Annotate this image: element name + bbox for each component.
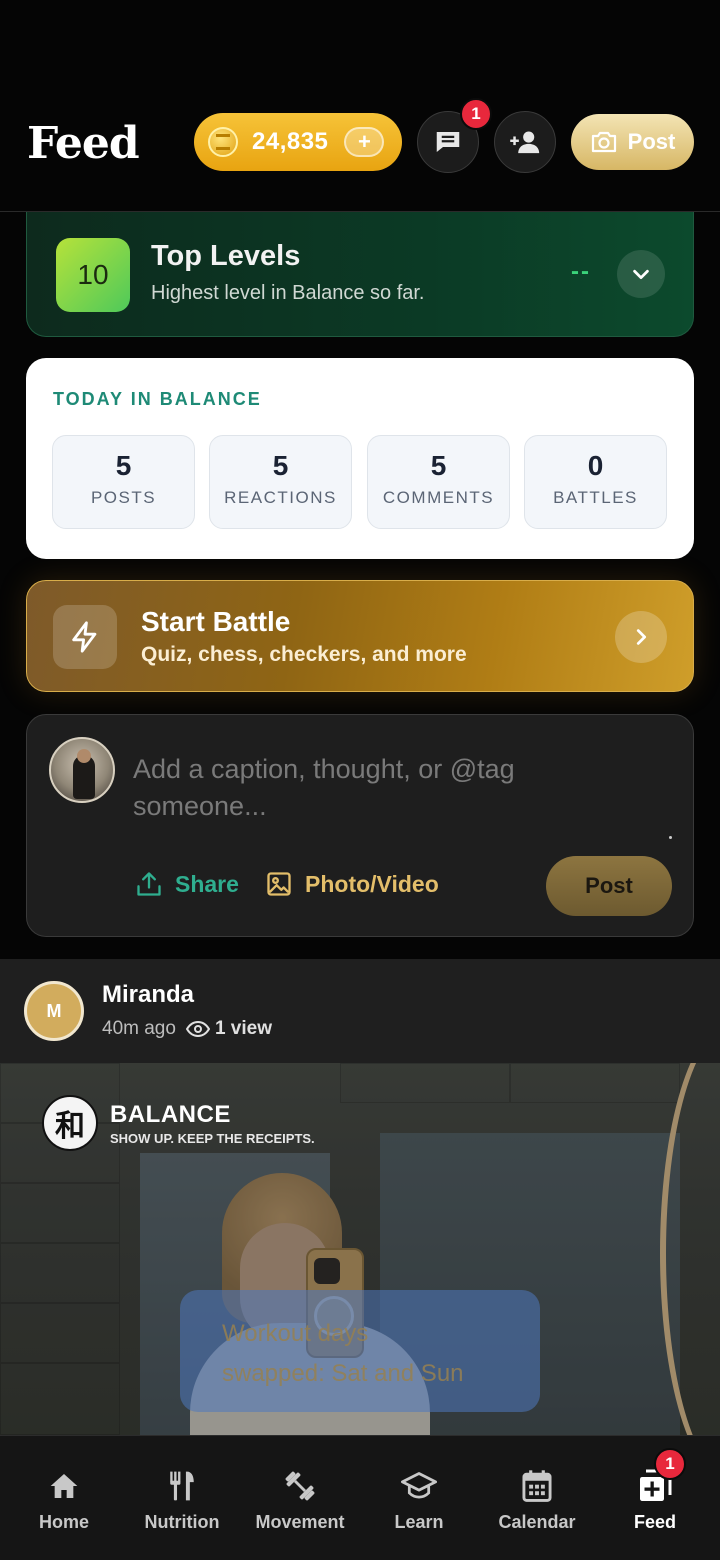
nav-label: Nutrition [144, 1512, 220, 1532]
caption-input[interactable]: Add a caption, thought, or @tag someone.… [133, 751, 613, 825]
post-meta: 40m ago 1 view [102, 1018, 272, 1040]
add-person-icon [510, 131, 540, 154]
overlay-line-2: swapped: Sat and Sun [222, 1360, 464, 1387]
bolt-icon-box [53, 605, 117, 669]
nav-label: Movement [255, 1512, 345, 1532]
expand-levels-button[interactable] [617, 250, 665, 298]
stat-reactions[interactable]: 5 REACTIONS [209, 435, 352, 529]
post-time: 40m ago [102, 1018, 176, 1039]
utensils-icon [164, 1468, 200, 1504]
stat-caption: REACTIONS [224, 488, 337, 507]
home-icon [46, 1468, 82, 1504]
coin-icon [208, 127, 238, 157]
stat-value: 5 [430, 450, 447, 481]
add-coins-button[interactable]: + [344, 127, 385, 157]
coin-balance-button[interactable]: 24,835 + [194, 113, 402, 171]
top-levels-subtitle: Highest level in Balance so far. [151, 282, 425, 304]
post-composer: Add a caption, thought, or @tag someone.… [26, 714, 694, 937]
brand-watermark: 和 BALANCE SHOW UP. KEEP THE RECEIPTS. [42, 1095, 315, 1151]
stat-value: 5 [272, 450, 289, 481]
app-header: Feed 24,835 + 1 Post [0, 0, 720, 212]
battle-title: Start Battle [141, 606, 291, 637]
camera-icon [591, 131, 616, 153]
create-post-button[interactable]: Post [571, 114, 694, 170]
image-icon [267, 872, 291, 896]
share-label: Share [175, 870, 239, 897]
stat-comments[interactable]: 5 COMMENTS [367, 435, 510, 529]
start-battle-card[interactable]: Start Battle Quiz, chess, checkers, and … [26, 580, 694, 692]
calendar-icon [519, 1468, 555, 1504]
brand-name: BALANCE [110, 1100, 231, 1128]
author-name[interactable]: Miranda [102, 981, 194, 1009]
chevron-right-icon [636, 629, 647, 645]
submit-post-button[interactable]: Post [546, 856, 672, 916]
brand-seal-icon: 和 [42, 1095, 98, 1151]
chat-icon [436, 132, 460, 152]
stat-battles[interactable]: 0 BATTLES [524, 435, 667, 529]
level-badge: 10 [56, 238, 130, 312]
dumbbell-icon [282, 1468, 318, 1504]
user-avatar[interactable] [49, 737, 115, 803]
photo-video-label: Photo/Video [305, 870, 439, 897]
nav-item-nutrition[interactable]: Nutrition [123, 1468, 241, 1533]
stat-caption: BATTLES [553, 488, 638, 507]
nav-item-home[interactable]: Home [5, 1468, 123, 1533]
stat-value: 5 [115, 450, 132, 481]
nav-item-feed[interactable]: 1 Feed [596, 1448, 714, 1533]
bottom-nav: Home Nutrition Movement Learn Calendar 1… [0, 1435, 720, 1560]
nav-item-learn[interactable]: Learn [360, 1468, 478, 1533]
nav-label: Home [38, 1512, 89, 1532]
overlay-note: Workout days swapped: Sat and Sun [180, 1290, 540, 1412]
stat-caption: COMMENTS [382, 488, 495, 507]
nav-item-calendar[interactable]: Calendar [478, 1468, 596, 1533]
nav-label: Calendar [498, 1512, 576, 1532]
brand-text: BALANCE SHOW UP. KEEP THE RECEIPTS. [110, 1101, 315, 1146]
bolt-icon [72, 621, 97, 653]
top-levels-card[interactable]: 10 Top Levels Highest level in Balance s… [26, 212, 694, 337]
battle-subtitle: Quiz, chess, checkers, and more [141, 643, 467, 666]
input-dot [669, 836, 672, 839]
feed-badge: 1 [654, 1448, 686, 1480]
messages-button[interactable]: 1 [417, 98, 492, 173]
author-avatar[interactable]: M [24, 981, 84, 1041]
share-button[interactable]: Share [135, 870, 239, 898]
top-levels-title: Top Levels [151, 240, 301, 272]
messages-badge: 1 [460, 98, 492, 130]
today-label: TODAY IN BALANCE [53, 389, 262, 409]
stat-caption: POSTS [90, 488, 157, 507]
page-title: Feed [27, 118, 140, 169]
add-friend-button[interactable] [494, 111, 556, 173]
create-post-label: Post [627, 129, 676, 154]
post-header: M Miranda 40m ago 1 view [0, 959, 720, 1063]
today-stats-card: TODAY IN BALANCE 5 POSTS 5 REACTIONS 5 C… [26, 358, 694, 559]
avatar-head [77, 749, 91, 763]
post-views: 1 view [185, 1018, 272, 1040]
start-battle-button[interactable] [615, 611, 667, 663]
graduation-cap-icon [401, 1468, 437, 1504]
stat-value: 0 [587, 450, 604, 481]
overlay-line-1: Workout days [222, 1320, 369, 1347]
photo-video-button[interactable]: Photo/Video [265, 870, 439, 898]
chevron-down-icon [633, 269, 649, 280]
brand-tagline: SHOW UP. KEEP THE RECEIPTS. [110, 1130, 315, 1146]
views-count: 1 view [214, 1018, 272, 1039]
nav-item-movement[interactable]: Movement [241, 1468, 359, 1533]
top-levels-value: -- [571, 258, 591, 285]
post-image[interactable]: 和 BALANCE SHOW UP. KEEP THE RECEIPTS. Wo… [0, 1063, 720, 1435]
coin-count: 24,835 [252, 128, 329, 155]
nav-label: Feed [633, 1512, 676, 1532]
eye-icon [185, 1020, 210, 1038]
stat-posts[interactable]: 5 POSTS [52, 435, 195, 529]
nav-label: Learn [394, 1512, 444, 1532]
upload-icon [137, 872, 161, 896]
